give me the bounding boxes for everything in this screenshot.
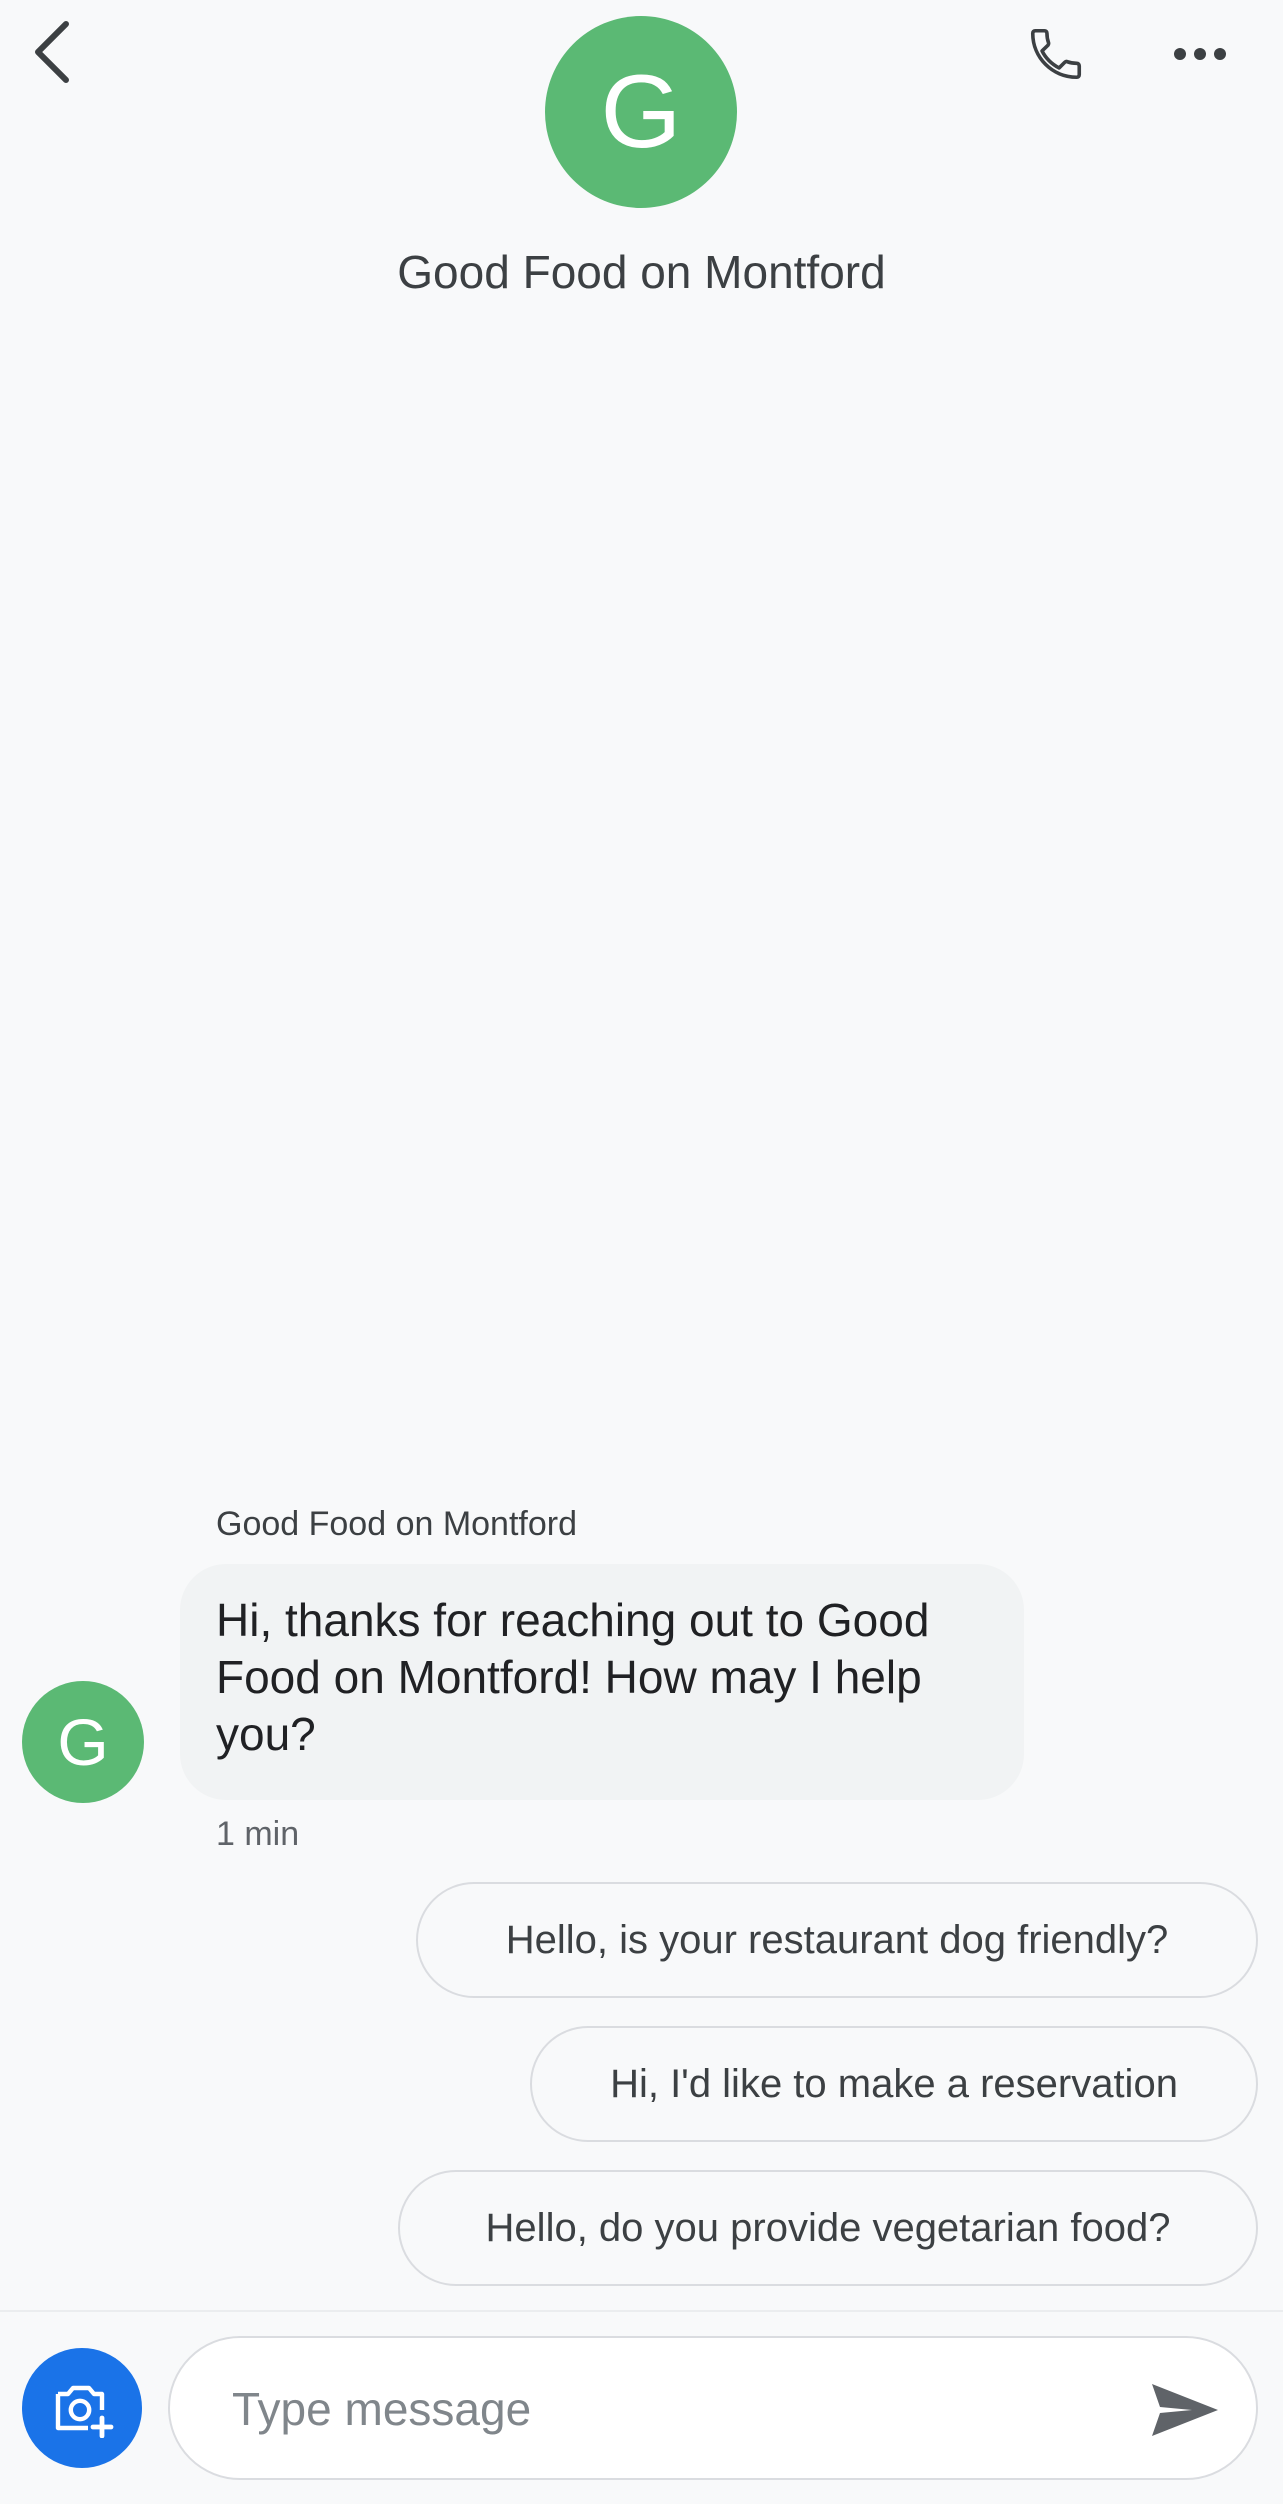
contact-avatar: G [545, 16, 737, 208]
more-horiz-icon [1174, 48, 1226, 60]
chevron-left-icon [35, 21, 69, 83]
contact-avatar-initial: G [600, 53, 682, 170]
message-avatar-initial: G [57, 1705, 109, 1779]
back-button[interactable] [30, 12, 100, 92]
add-photo-camera-icon [55, 2385, 114, 2438]
message-sender-name: Good Food on Montford [216, 1505, 578, 1543]
add-photo-button[interactable] [22, 2348, 142, 2468]
send-icon [1152, 2384, 1218, 2436]
incoming-message-bubble: Hi, thanks for reaching out to Good Food… [180, 1564, 1024, 1800]
suggested-reply-label: Hello, is your restaurant dog friendly? [505, 1917, 1169, 1962]
suggested-reply-label: Hi, I'd like to make a reservation [610, 2061, 1178, 2106]
contact-name: Good Food on Montford [397, 246, 886, 298]
call-button[interactable] [1016, 14, 1096, 94]
suggested-reply-chip[interactable]: Hello, is your restaurant dog friendly? [416, 1882, 1258, 1998]
suggested-reply-label: Hello, do you provide vegetarian food? [485, 2205, 1171, 2250]
conversation-screen: G Good Food on Montford Good Food on Mon… [0, 0, 1283, 2504]
compose-field [168, 2336, 1258, 2480]
send-button[interactable] [1140, 2370, 1230, 2450]
suggested-reply-chip[interactable]: Hello, do you provide vegetarian food? [398, 2170, 1258, 2286]
message-text: Hi, thanks for reaching out to Good Food… [216, 1594, 930, 1760]
message-timestamp: 1 min [216, 1815, 300, 1853]
suggested-reply-chip[interactable]: Hi, I'd like to make a reservation [530, 2026, 1258, 2142]
phone-icon [1030, 28, 1082, 80]
message-avatar: G [22, 1681, 144, 1803]
more-options-button[interactable] [1160, 14, 1240, 94]
message-input[interactable] [230, 2338, 1114, 2480]
